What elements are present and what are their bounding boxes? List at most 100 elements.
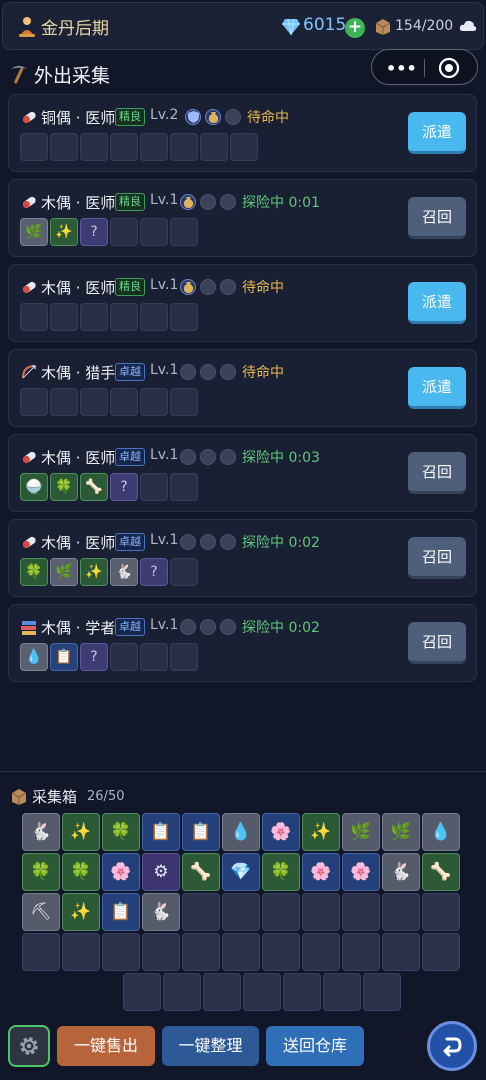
carried-item[interactable]: 🌿 (50, 558, 78, 586)
cloud-icon[interactable] (459, 18, 477, 34)
storage-item[interactable]: 🌸 (302, 853, 340, 891)
storage-item[interactable]: ⛏ (22, 893, 60, 931)
storage-item[interactable]: 🐇 (142, 893, 180, 931)
storage-item[interactable]: 🐇 (22, 813, 60, 851)
empty-storage-cell (323, 973, 361, 1011)
storage-item[interactable]: 🌸 (262, 813, 300, 851)
settings-button[interactable] (8, 1025, 50, 1067)
carried-item[interactable]: ? (110, 473, 138, 501)
storage-item[interactable]: 📋 (182, 813, 220, 851)
puppet-name: 木偶 · 医师 (41, 279, 116, 297)
return-to-warehouse-button[interactable]: 送回仓库 (266, 1026, 364, 1066)
empty-storage-cell (283, 973, 321, 1011)
storage-item[interactable]: 📋 (102, 893, 140, 931)
carried-item[interactable]: ✨ (80, 558, 108, 586)
pill-icon (20, 108, 38, 126)
pill-icon (20, 448, 38, 466)
item-glyph: 💎 (230, 862, 252, 882)
item-glyph: 🍀 (110, 822, 132, 842)
puppet-level: Lv.1 (150, 362, 179, 378)
empty-buff-slot (200, 194, 216, 210)
carry-slots: 🍀 🌿 ✨ 🐇? (20, 558, 200, 586)
puppet-status: 探险中 0:02 (242, 535, 320, 551)
storage-item[interactable]: 🍀 (22, 853, 60, 891)
storage-item[interactable]: 💧 (222, 813, 260, 851)
carried-item[interactable]: 🌿 (20, 218, 48, 246)
carried-item[interactable]: 🐇 (110, 558, 138, 586)
dispatch-button[interactable]: 派遣 (408, 112, 466, 154)
storage-item[interactable]: ⚙ (142, 853, 180, 891)
recall-button[interactable]: 召回 (408, 197, 466, 239)
storage-item[interactable]: 🦴 (422, 853, 460, 891)
carried-item[interactable]: 🍚 (20, 473, 48, 501)
storage-item[interactable]: 🌸 (102, 853, 140, 891)
carried-item[interactable]: 📋 (50, 643, 78, 671)
empty-slot (170, 473, 198, 501)
storage-item[interactable]: 🌿 (342, 813, 380, 851)
empty-slot (50, 388, 78, 416)
item-glyph: 📋 (55, 649, 73, 665)
storage-item[interactable]: 💧 (422, 813, 460, 851)
storage-item[interactable]: 📋 (142, 813, 180, 851)
storage-item[interactable]: 🍀 (102, 813, 140, 851)
empty-slot (170, 133, 198, 161)
empty-buff-slot (180, 619, 196, 635)
carried-item[interactable]: ? (80, 218, 108, 246)
storage-item[interactable]: 🌿 (382, 813, 420, 851)
storage-item[interactable]: ✨ (302, 813, 340, 851)
puppet-level: Lv.1 (150, 447, 179, 463)
empty-slot (80, 133, 108, 161)
storage-item[interactable]: 🍀 (62, 853, 100, 891)
puppet-level: Lv.1 (150, 532, 179, 548)
more-menu-button[interactable]: ••• (386, 59, 417, 78)
sort-all-button[interactable]: 一键整理 (162, 1026, 259, 1066)
carry-slots (20, 133, 260, 161)
carried-item[interactable]: ? (80, 643, 108, 671)
item-glyph: 💧 (430, 822, 452, 842)
carried-item[interactable]: ✨ (50, 218, 78, 246)
storage-item[interactable]: 🐇 (382, 853, 420, 891)
gem-count: 6015 (303, 15, 347, 35)
empty-buff-slot (220, 194, 236, 210)
capsule-divider (424, 59, 425, 77)
dispatch-button[interactable]: 派遣 (408, 282, 466, 324)
sell-all-button[interactable]: 一键售出 (57, 1026, 155, 1066)
quality-badge: 精良 (115, 278, 145, 296)
recall-button[interactable]: 召回 (408, 452, 466, 494)
item-glyph: ? (150, 564, 158, 580)
recall-button[interactable]: 召回 (408, 537, 466, 579)
storage-row: 🍀 🍀 🌸 ⚙ 🦴 💎 🍀 🌸 🌸 🐇 🦴 (22, 853, 464, 891)
empty-buff-slot (225, 109, 241, 125)
pill-icon (20, 278, 38, 296)
return-arrow-icon (443, 1037, 462, 1057)
storage-item[interactable]: 🌸 (342, 853, 380, 891)
storage-item[interactable]: 🦴 (182, 853, 220, 891)
empty-slot (140, 133, 168, 161)
storage-item[interactable]: 💎 (222, 853, 260, 891)
empty-buff-slot (200, 534, 216, 550)
books-icon (20, 618, 38, 636)
storage-item[interactable]: 🍀 (262, 853, 300, 891)
empty-slot (140, 473, 168, 501)
empty-buff-slot (180, 364, 196, 380)
quality-badge: 卓越 (115, 618, 145, 636)
carried-item[interactable]: 🦴 (80, 473, 108, 501)
carried-item[interactable]: 💧 (20, 643, 48, 671)
carried-item[interactable]: ? (140, 558, 168, 586)
carried-item[interactable]: 🍀 (20, 558, 48, 586)
pill-icon (20, 533, 38, 551)
back-button[interactable] (427, 1021, 477, 1071)
puppet-level: Lv.2 (150, 107, 179, 123)
empty-storage-cell (422, 933, 460, 971)
storage-item[interactable]: ✨ (62, 813, 100, 851)
storage-item[interactable]: ✨ (62, 893, 100, 931)
carry-slots (20, 388, 200, 416)
add-gems-button[interactable]: + (345, 18, 365, 38)
dispatch-button[interactable]: 派遣 (408, 367, 466, 409)
carried-item[interactable]: 🍀 (50, 473, 78, 501)
close-target-icon[interactable] (438, 57, 460, 79)
item-glyph: ✨ (310, 822, 332, 842)
collection-box-header: 采集箱 26/50 (10, 786, 124, 807)
recall-button[interactable]: 召回 (408, 622, 466, 664)
item-glyph: 🌿 (55, 564, 73, 580)
